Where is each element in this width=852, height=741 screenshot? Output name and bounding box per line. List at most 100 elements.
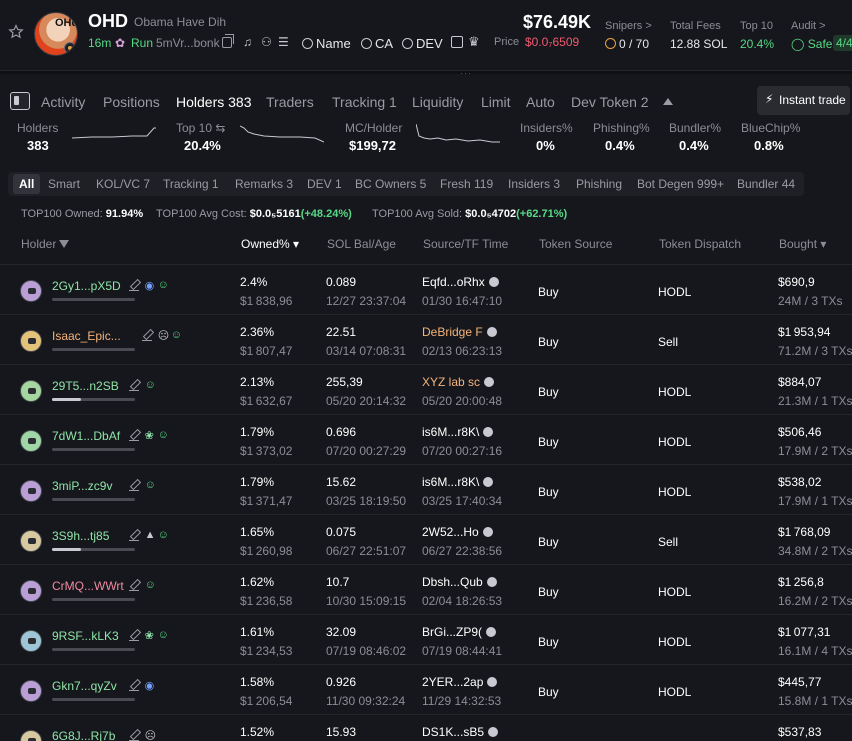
table-row[interactable]: 6G8J...Rj7b ☹ 1.52% 15.93 DS1K...sB5 $53… xyxy=(0,714,852,741)
filter-dev[interactable]: DEV 1 xyxy=(307,177,342,191)
filter-all[interactable]: All xyxy=(13,174,41,194)
holder-tag-icon: ☹ xyxy=(144,730,157,741)
table-row[interactable]: Gkn7...qyZv ◉ 1.58% $1 206,54 0.926 11/3… xyxy=(0,664,852,714)
holder-address[interactable]: 9RSF...kLK3 xyxy=(52,629,119,643)
contract-address[interactable]: 5mVr...bonk xyxy=(156,36,220,50)
search-name-label: Name xyxy=(316,36,351,51)
tab-tracking[interactable]: Tracking 1 xyxy=(332,94,397,110)
holder-address[interactable]: 6G8J...Rj7b xyxy=(52,729,115,741)
top10-metric-label[interactable]: Top 10 ⇆ xyxy=(176,121,225,135)
panel-divider[interactable] xyxy=(0,70,852,74)
tab-holders[interactable]: Holders 383 xyxy=(176,94,252,110)
audit-label[interactable]: Audit > xyxy=(791,20,826,32)
edit-remark-icon[interactable] xyxy=(128,431,139,441)
table-row[interactable]: 3miP...zc9v ☺ 1.79% $1 371,47 15.62 03/2… xyxy=(0,464,852,514)
external-link-icon[interactable] xyxy=(451,36,463,48)
menu-circle-icon[interactable]: ☰ xyxy=(278,35,289,49)
col-source[interactable]: Source/TF Time xyxy=(423,237,508,251)
table-row[interactable]: 3S9h...tj85 ▲ ☺ 1.65% $1 260,98 0.075 06/… xyxy=(0,514,852,564)
resize-grip-icon[interactable]: ··· xyxy=(460,68,472,78)
edit-remark-icon[interactable] xyxy=(128,731,139,741)
holder-tag-icon: ◉ xyxy=(144,680,155,692)
tab-dev-token[interactable]: Dev Token 2 xyxy=(571,94,649,110)
holder-address[interactable]: Isaac_Epic... xyxy=(52,329,121,343)
search-ca-link[interactable]: CA xyxy=(361,36,393,51)
token-source: Buy xyxy=(538,535,559,549)
funding-source-label: DS1K...sB5 xyxy=(422,725,485,739)
edit-remark-icon[interactable] xyxy=(128,631,139,641)
col-bought[interactable]: Bought ▾ xyxy=(779,237,826,251)
avatar-face-icon xyxy=(28,638,36,644)
filter-bot-degen[interactable]: Bot Degen 999+ xyxy=(637,177,724,191)
token-avatar[interactable]: OHd xyxy=(34,12,78,56)
filter-smart[interactable]: Smart xyxy=(48,177,80,191)
holder-address[interactable]: 3S9h...tj85 xyxy=(52,529,109,543)
table-row[interactable]: 9RSF...kLK3 ❀ ☺ 1.61% $1 234,53 32.09 07/… xyxy=(0,614,852,664)
funding-source[interactable]: BrGi...ZP9( xyxy=(422,625,497,639)
tab-positions[interactable]: Positions xyxy=(103,94,160,110)
holder-address[interactable]: CrMQ...WWrt xyxy=(52,579,124,593)
holder-address[interactable]: Gkn7...qyZv xyxy=(52,679,117,693)
edit-remark-icon[interactable] xyxy=(128,531,139,541)
copy-icon[interactable] xyxy=(222,34,234,48)
tab-activity[interactable]: Activity xyxy=(41,94,85,110)
col-holder[interactable]: Holder xyxy=(21,237,70,251)
funding-source[interactable]: DeBridge F xyxy=(422,325,497,339)
token-header: OHd OHD Obama Have Dih 16m ✿ Run 5mVr...… xyxy=(0,0,852,66)
tab-auto[interactable]: Auto xyxy=(526,94,555,110)
filter-tracking[interactable]: Tracking 1 xyxy=(163,177,219,191)
funding-source[interactable]: 2W52...Ho xyxy=(422,525,493,539)
funding-source[interactable]: Dbsh...Qub xyxy=(422,575,497,589)
wallet-age: 05/20 20:14:32 xyxy=(326,394,407,408)
edit-remark-icon[interactable] xyxy=(128,381,139,391)
holder-address[interactable]: 7dW1...DbAf xyxy=(52,429,120,443)
holder-address[interactable]: 29T5...n2SB xyxy=(52,379,119,393)
tab-limit[interactable]: Limit xyxy=(481,94,511,110)
people-icon[interactable]: ⚇ xyxy=(261,35,272,49)
funding-source[interactable]: is6M...r8K\ xyxy=(422,425,494,439)
edit-remark-icon[interactable] xyxy=(128,281,139,291)
filter-bundler[interactable]: Bundler 44 xyxy=(737,177,795,191)
edit-remark-icon[interactable] xyxy=(128,481,139,491)
funding-source[interactable]: DS1K...sB5 xyxy=(422,725,499,739)
search-name-link[interactable]: Name xyxy=(302,36,351,51)
snipers-label[interactable]: Snipers > xyxy=(605,20,652,32)
table-row[interactable]: CrMQ...WWrt ☺ 1.62% $1 236,58 10.7 10/30… xyxy=(0,564,852,614)
filter-fresh[interactable]: Fresh 119 xyxy=(440,177,493,191)
holder-address[interactable]: 2Gy1...pX5D xyxy=(52,279,121,293)
insiders-label: Insiders% xyxy=(520,121,573,135)
funding-source[interactable]: is6M...r8K\ xyxy=(422,475,494,489)
filter-bc-owners[interactable]: BC Owners 5 xyxy=(355,177,426,191)
funding-source[interactable]: 2YER...2ap xyxy=(422,675,498,689)
filter-kol[interactable]: KOL/VC 7 xyxy=(96,177,150,191)
col-sol-bal[interactable]: SOL Bal/Age xyxy=(327,237,396,251)
bought-tx: 15.8M / 1 TXs xyxy=(778,694,852,708)
holder-address[interactable]: 3miP...zc9v xyxy=(52,479,112,493)
filter-phishing[interactable]: Phishing xyxy=(576,177,622,191)
audit-safe: Safe xyxy=(807,37,833,51)
toggle-panel-icon[interactable] xyxy=(10,92,30,110)
tiktok-icon[interactable]: ♫ xyxy=(243,35,252,49)
filter-insiders[interactable]: Insiders 3 xyxy=(508,177,560,191)
token-dispatch: HODL xyxy=(658,585,692,599)
table-row[interactable]: 2Gy1...pX5D ◉ ☺ 2.4% $1 838,96 0.089 12/2… xyxy=(0,264,852,314)
edit-remark-icon[interactable] xyxy=(128,581,139,591)
col-owned[interactable]: Owned% ▾ xyxy=(241,237,299,251)
source-time: 02/13 06:23:13 xyxy=(422,344,503,358)
tab-liquidity[interactable]: Liquidity xyxy=(412,94,463,110)
filter-remarks[interactable]: Remarks 3 xyxy=(235,177,293,191)
search-dev-link[interactable]: DEV xyxy=(402,36,443,51)
funding-source[interactable]: XYZ lab sc xyxy=(422,375,495,389)
table-row[interactable]: Isaac_Epic... ☹ ☺ 2.36% $1 807,47 22.51 0… xyxy=(0,314,852,364)
edit-remark-icon[interactable] xyxy=(128,681,139,691)
filter-funnel-icon[interactable] xyxy=(59,240,70,248)
instant-trade-button[interactable]: ⚡ Instant trade xyxy=(757,86,850,115)
crown-icon[interactable]: ♛ xyxy=(468,34,480,50)
tab-traders[interactable]: Traders xyxy=(266,94,314,110)
edit-remark-icon[interactable] xyxy=(141,331,152,341)
collapse-caret-icon[interactable] xyxy=(663,98,673,105)
table-row[interactable]: 29T5...n2SB ☺ 2.13% $1 632,67 255,39 05/… xyxy=(0,364,852,414)
star-icon[interactable] xyxy=(8,24,24,40)
table-row[interactable]: 7dW1...DbAf ❀ ☺ 1.79% $1 373,02 0.696 07/… xyxy=(0,414,852,464)
funding-source[interactable]: Eqfd...oRhx xyxy=(422,275,499,289)
